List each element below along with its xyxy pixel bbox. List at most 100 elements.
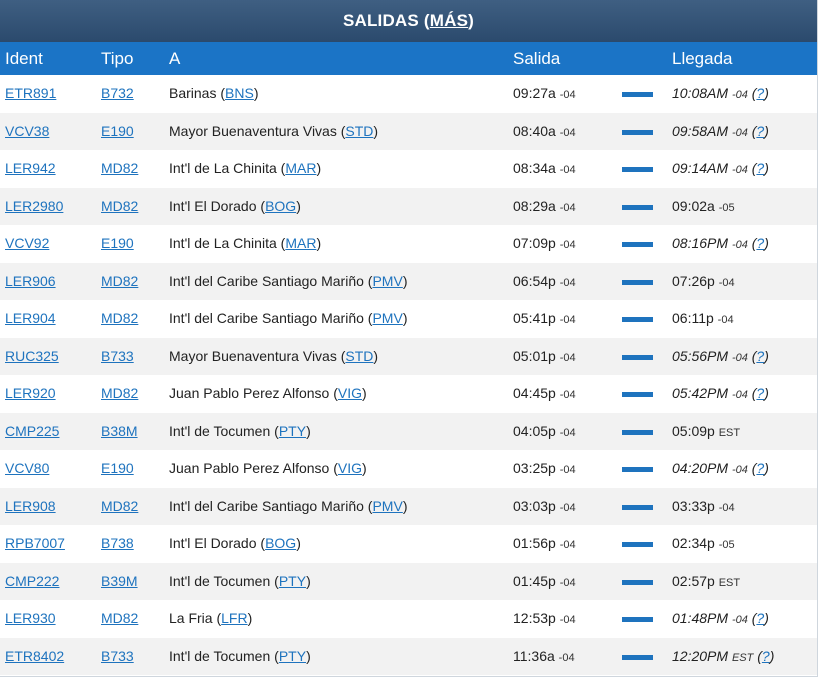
estimate-help-link[interactable]: ? xyxy=(756,85,764,101)
departure-time: 03:03p -04 xyxy=(513,488,576,528)
arrival-tz: EST xyxy=(718,426,741,439)
estimate-help-link[interactable]: ? xyxy=(756,460,764,476)
arrival-time: 09:58AM -04 (?) xyxy=(672,122,769,139)
col-tipo[interactable]: Tipo xyxy=(101,42,133,75)
flight-ident-link[interactable]: ETR891 xyxy=(5,75,56,113)
table-header: Ident Tipo A Salida Llegada xyxy=(0,42,817,75)
estimate-help-link[interactable]: ? xyxy=(756,610,764,626)
departure-tz: -04 xyxy=(559,351,576,364)
arrival-time: 02:34p -05 xyxy=(672,525,735,565)
departure-time: 05:41p -04 xyxy=(513,300,576,340)
aircraft-type-link[interactable]: MD82 xyxy=(101,263,138,301)
airport-code-link[interactable]: STD xyxy=(345,348,373,364)
airport-code-link[interactable]: PMV xyxy=(372,498,402,514)
flight-ident-link[interactable]: LER908 xyxy=(5,488,56,526)
arrival-tz: -05 xyxy=(718,539,735,551)
departure-tz: -04 xyxy=(559,614,576,626)
flight-ident-link[interactable]: LER904 xyxy=(5,300,56,338)
aircraft-type-link[interactable]: E190 xyxy=(101,450,134,488)
table-row: LER920 MD82 Juan Pablo Perez Alfonso (VIG)… xyxy=(0,375,817,413)
flight-ident-link[interactable]: VCV92 xyxy=(5,225,49,263)
airport-code-link[interactable]: PTY xyxy=(279,573,306,589)
aircraft-type-link[interactable]: B738 xyxy=(101,525,134,563)
aircraft-type-link[interactable]: B39M xyxy=(101,563,138,601)
estimate-help-link[interactable]: ? xyxy=(756,348,764,364)
estimate-help-link[interactable]: ? xyxy=(756,385,764,401)
destination-name: Int'l El Dorado xyxy=(169,197,257,214)
arrival-tz: -04 xyxy=(718,501,735,514)
aircraft-type-link[interactable]: MD82 xyxy=(101,188,138,226)
flight-ident-link[interactable]: LER930 xyxy=(5,600,56,638)
aircraft-type-link[interactable]: E190 xyxy=(101,225,134,263)
airport-code-link[interactable]: PMV xyxy=(372,310,402,326)
estimate-help-link[interactable]: ? xyxy=(756,160,764,176)
destination: Juan Pablo Perez Alfonso (VIG) xyxy=(169,385,367,401)
departure-time-value: 01:56p xyxy=(513,535,556,551)
airport-code-link[interactable]: BOG xyxy=(265,535,296,551)
departure-time: 03:25p -04 xyxy=(513,450,576,490)
arrival-tz: -04 xyxy=(731,164,748,176)
departure-tz: -04 xyxy=(559,201,576,214)
flight-ident-link[interactable]: RPB7007 xyxy=(5,525,65,563)
aircraft-type-link[interactable]: MD82 xyxy=(101,150,138,188)
airport-code-link[interactable]: BNS xyxy=(225,85,254,101)
arrival-time: 04:20PM -04 (?) xyxy=(672,460,769,476)
flight-track-bar xyxy=(622,467,653,472)
airport-code-link[interactable]: VIG xyxy=(338,385,362,401)
flight-ident-link[interactable]: VCV38 xyxy=(5,113,49,151)
airport-code-link[interactable]: PMV xyxy=(372,273,402,289)
table-row: LER904 MD82 Int'l del Caribe Santiago Mari… xyxy=(0,300,817,338)
table-row: LER908 MD82 Int'l del Caribe Santiago Mari… xyxy=(0,487,817,528)
flight-ident-link[interactable]: LER906 xyxy=(5,263,56,301)
aircraft-type-link[interactable]: B733 xyxy=(101,638,134,676)
airport-code-link[interactable]: MAR xyxy=(285,235,316,251)
departure-time-value: 08:29a xyxy=(513,197,556,214)
airport-code-link[interactable]: MAR xyxy=(285,160,316,176)
col-salida[interactable]: Salida xyxy=(513,42,560,75)
arrival-time: 01:48PM -04 (?) xyxy=(672,610,769,626)
aircraft-type-link[interactable]: B38M xyxy=(101,413,138,451)
flight-ident-link[interactable]: CMP225 xyxy=(5,413,59,451)
col-llegada[interactable]: Llegada xyxy=(672,42,733,75)
flight-ident-link[interactable]: LER920 xyxy=(5,375,56,413)
flight-track-bar xyxy=(622,579,653,585)
airport-code-link[interactable]: PTY xyxy=(279,423,306,439)
destination: Mayor Buenaventura Vivas (STD) xyxy=(169,122,379,139)
flight-ident-link[interactable]: CMP222 xyxy=(5,563,59,601)
table-row: LER942 MD82 Int'l de La Chinita (MAR) 08:34… xyxy=(0,150,817,188)
airport-code-link[interactable]: BOG xyxy=(265,198,296,214)
more-link[interactable]: MÁS xyxy=(430,11,468,30)
flight-ident-link[interactable]: RUC325 xyxy=(5,338,59,376)
flight-ident-link[interactable]: VCV80 xyxy=(5,450,49,488)
aircraft-type-link[interactable]: MD82 xyxy=(101,600,138,638)
estimate-help-link[interactable]: ? xyxy=(756,123,764,139)
airport-code-link[interactable]: LFR xyxy=(221,610,247,626)
arrival-time-value: 05:56PM xyxy=(672,347,729,364)
arrival-time: 05:09p EST xyxy=(672,413,740,453)
flight-ident-link[interactable]: LER2980 xyxy=(5,188,63,226)
aircraft-type-link[interactable]: MD82 xyxy=(101,375,138,413)
flight-ident-link[interactable]: ETR8402 xyxy=(5,638,64,676)
col-destination[interactable]: A xyxy=(169,42,180,75)
aircraft-type-link[interactable]: E190 xyxy=(101,113,134,151)
arrival-tz: -05 xyxy=(718,201,735,214)
aircraft-type-link[interactable]: MD82 xyxy=(101,300,138,338)
destination-name: Int'l del Caribe Santiago Mariño xyxy=(169,310,364,326)
aircraft-type-link[interactable]: B733 xyxy=(101,338,134,376)
destination-name: Int'l del Caribe Santiago Mariño xyxy=(169,272,364,289)
flight-ident-link[interactable]: LER942 xyxy=(5,150,56,188)
airport-code-link[interactable]: VIG xyxy=(338,460,362,476)
col-ident[interactable]: Ident xyxy=(5,42,43,75)
destination: Int'l de Tocumen (PTY) xyxy=(169,422,311,439)
aircraft-type-link[interactable]: MD82 xyxy=(101,488,138,526)
arrival-time-value: 02:34p xyxy=(672,535,715,551)
estimate-help-link[interactable]: ? xyxy=(756,235,764,251)
aircraft-type-link[interactable]: B732 xyxy=(101,75,134,113)
arrival-time: 08:16PM -04 (?) xyxy=(672,235,769,251)
airport-code-link[interactable]: STD xyxy=(345,123,373,139)
destination-name: Int'l de Tocumen xyxy=(169,422,271,439)
estimate-help-link[interactable]: ? xyxy=(762,648,770,664)
destination-name: Int'l de La Chinita xyxy=(169,160,277,176)
airport-code-link[interactable]: PTY xyxy=(279,648,306,664)
arrival-time-value: 04:20PM xyxy=(672,460,729,476)
